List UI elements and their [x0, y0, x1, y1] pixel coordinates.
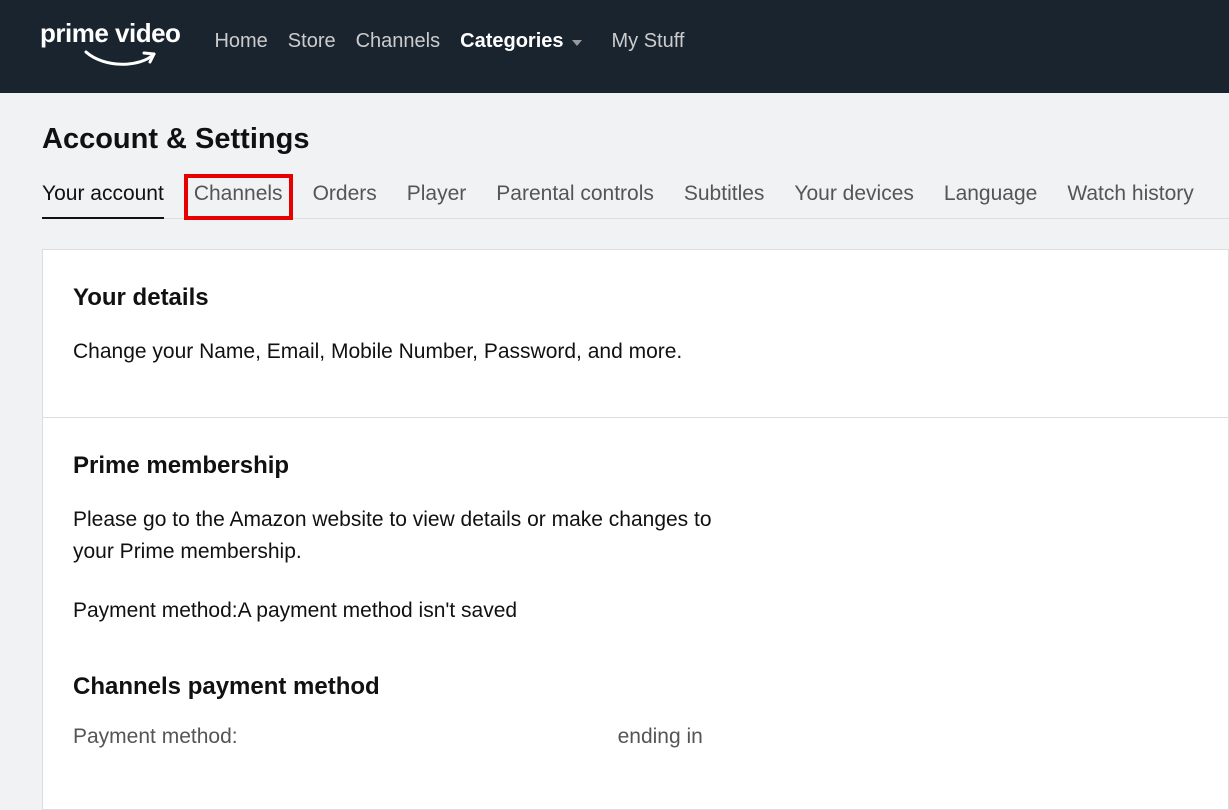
- tab-parental-controls[interactable]: Parental controls: [496, 182, 654, 218]
- tab-language[interactable]: Language: [944, 182, 1037, 218]
- card-membership: Prime membership Please go to the Amazon…: [42, 417, 1229, 810]
- nav-store[interactable]: Store: [288, 30, 336, 53]
- channels-payment-label: Payment method:: [73, 725, 238, 749]
- logo-text: prime video: [40, 20, 180, 46]
- tab-orders[interactable]: Orders: [313, 182, 377, 218]
- prime-video-logo[interactable]: prime video: [40, 20, 180, 70]
- channels-payment-row: Payment method: ending in: [73, 725, 1198, 749]
- settings-cards: Your details Change your Name, Email, Mo…: [42, 249, 1229, 810]
- chevron-down-icon: [572, 40, 582, 46]
- tab-watch-history[interactable]: Watch history: [1067, 182, 1193, 218]
- page: Account & Settings Your account Channels…: [0, 93, 1229, 810]
- smile-icon: [84, 48, 164, 70]
- top-nav: prime video Home Store Channels Categori…: [0, 0, 1229, 93]
- channels-payment-value: ending in: [618, 725, 703, 749]
- page-title: Account & Settings: [42, 123, 1229, 156]
- channels-payment-section: Channels payment method Payment method: …: [73, 673, 1198, 749]
- nav-home[interactable]: Home: [214, 30, 267, 53]
- nav-categories-label: Categories: [460, 30, 563, 53]
- nav-links: Home Store Channels Categories My Stuff: [214, 20, 684, 53]
- nav-categories[interactable]: Categories: [460, 30, 581, 53]
- nav-mystuff[interactable]: My Stuff: [612, 30, 685, 53]
- settings-tabs: Your account Channels Orders Player Pare…: [42, 182, 1229, 219]
- tab-subtitles[interactable]: Subtitles: [684, 182, 765, 218]
- nav-channels[interactable]: Channels: [356, 30, 441, 53]
- tab-player[interactable]: Player: [407, 182, 467, 218]
- tab-your-account[interactable]: Your account: [42, 182, 164, 218]
- membership-payment-line: Payment method:A payment method isn't sa…: [73, 595, 733, 628]
- card-membership-text: Please go to the Amazon website to view …: [73, 504, 733, 569]
- channels-payment-title: Channels payment method: [73, 673, 1198, 701]
- card-your-details-text: Change your Name, Email, Mobile Number, …: [73, 336, 733, 369]
- card-your-details-title: Your details: [73, 284, 1198, 312]
- tab-your-devices[interactable]: Your devices: [794, 182, 913, 218]
- tab-channels[interactable]: Channels: [186, 176, 291, 218]
- card-membership-title: Prime membership: [73, 452, 1198, 480]
- card-your-details[interactable]: Your details Change your Name, Email, Mo…: [42, 249, 1229, 417]
